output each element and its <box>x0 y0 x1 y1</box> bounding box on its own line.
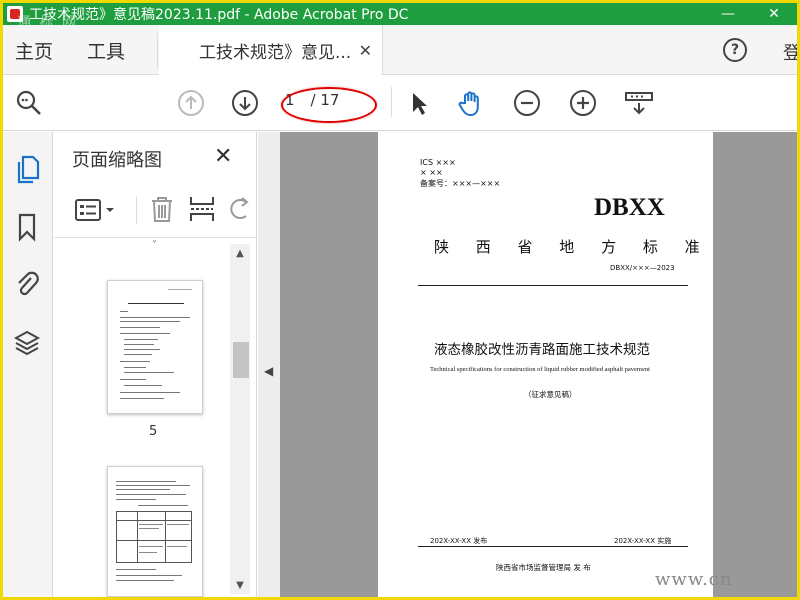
toolbar-divider <box>391 87 392 117</box>
navigation-rail <box>3 132 53 597</box>
issue-date: 202X-XX-XX 发布 <box>430 537 488 545</box>
thumbnail-scrollbar[interactable]: ▲ ▼ <box>230 244 250 594</box>
bookmarks-icon[interactable] <box>14 212 40 242</box>
select-cursor-icon[interactable] <box>405 89 433 117</box>
thumbnail-options-icon[interactable] <box>74 196 118 224</box>
classification-code: × ×× <box>420 168 443 177</box>
attachments-icon[interactable] <box>14 270 40 300</box>
panel-collapse-strip[interactable]: ◀ <box>258 132 280 597</box>
panel-toolbar <box>54 182 257 238</box>
tab-home[interactable]: 主页 <box>15 25 53 75</box>
login-link[interactable]: 登 <box>783 39 797 65</box>
tab-tools[interactable]: 工具 <box>87 25 125 75</box>
window-title: 工技术规范》意见稿2023.11.pdf - Adobe Acrobat Pro… <box>29 7 409 23</box>
next-page-icon[interactable] <box>231 89 259 117</box>
scroll-up-icon[interactable]: ▲ <box>232 246 248 260</box>
thumbnail-panel: 页面缩略图 ✕ ˅ 5 ▲ ▼ <box>54 132 257 597</box>
red-highlight-annotation <box>281 87 377 123</box>
tab-divider <box>157 33 158 69</box>
issuing-authority: 陕西省市场监督管理局 发 布 <box>496 563 591 572</box>
layers-icon[interactable] <box>14 328 40 358</box>
thumbnail-table <box>116 511 192 563</box>
insert-page-icon[interactable] <box>188 194 216 224</box>
tab-document[interactable]: 工技术规范》意见... ✕ <box>159 25 383 75</box>
draft-note: （征求意见稿） <box>524 390 577 399</box>
page-thumbnail[interactable] <box>107 466 203 597</box>
close-tab-icon[interactable]: ✕ <box>359 41 372 60</box>
standard-number: DBXX/×××—2023 <box>610 264 675 272</box>
standard-code: DBXX <box>594 194 665 221</box>
rotate-page-icon[interactable] <box>230 194 250 224</box>
tab-bar: 主页 工具 工技术规范》意见... ✕ ? 登 <box>3 25 797 75</box>
implementation-date: 202X-XX-XX 实施 <box>614 537 672 545</box>
help-icon[interactable]: ? <box>723 38 747 62</box>
thumbnail-top-partial-label: ˅ <box>152 240 157 251</box>
scroll-down-icon[interactable]: ▼ <box>232 578 248 592</box>
hand-tool-icon[interactable] <box>457 89 485 117</box>
record-number: 备案号：×××—××× <box>420 179 501 188</box>
page-thumbnail[interactable] <box>107 280 203 414</box>
title-bar: 工技术规范》意见稿2023.11.pdf - Adobe Acrobat Pro… <box>3 3 797 31</box>
panel-divider <box>136 196 137 224</box>
standard-type: 陕 西 省 地 方 标 准 <box>434 238 711 256</box>
zoom-in-icon[interactable] <box>569 89 597 117</box>
delete-page-icon[interactable] <box>148 194 176 224</box>
fit-page-icon[interactable] <box>623 89 655 117</box>
header-rule <box>418 285 688 286</box>
previous-page-icon[interactable] <box>177 89 205 117</box>
document-title-en: Technical specifications for constructio… <box>430 366 650 373</box>
panel-title: 页面缩略图 <box>72 150 162 171</box>
acrobat-window: 工技术规范》意见稿2023.11.pdf - Adobe Acrobat Pro… <box>3 3 797 597</box>
page-thumbnails-icon[interactable] <box>14 154 40 184</box>
close-window-button[interactable]: ✕ <box>751 3 797 25</box>
scroll-thumb[interactable] <box>233 342 249 378</box>
footer-rule <box>418 546 688 547</box>
document-view[interactable]: ICS ××× × ×× 备案号：×××—××× DBXX 陕 西 省 地 方 … <box>280 132 797 597</box>
thumbnail-page-label: 5 <box>149 424 158 439</box>
zoom-out-icon[interactable] <box>513 89 541 117</box>
watermark-url: www.cn <box>655 569 733 590</box>
document-title-cn: 液态橡胶改性沥青路面施工技术规范 <box>434 342 650 358</box>
main-toolbar: 1 / 17 <box>3 75 797 131</box>
window-controls: — ✕ <box>705 3 797 25</box>
close-panel-icon[interactable]: ✕ <box>214 144 232 169</box>
pdf-page: ICS ××× × ×× 备案号：×××—××× DBXX 陕 西 省 地 方 … <box>378 132 713 597</box>
document-tab-label: 工技术规范》意见... <box>199 42 352 63</box>
minimize-button[interactable]: — <box>705 3 751 25</box>
collapse-panel-icon[interactable]: ◀ <box>264 364 273 378</box>
ics-code: ICS ××× <box>420 158 456 167</box>
find-icon[interactable] <box>15 89 43 117</box>
